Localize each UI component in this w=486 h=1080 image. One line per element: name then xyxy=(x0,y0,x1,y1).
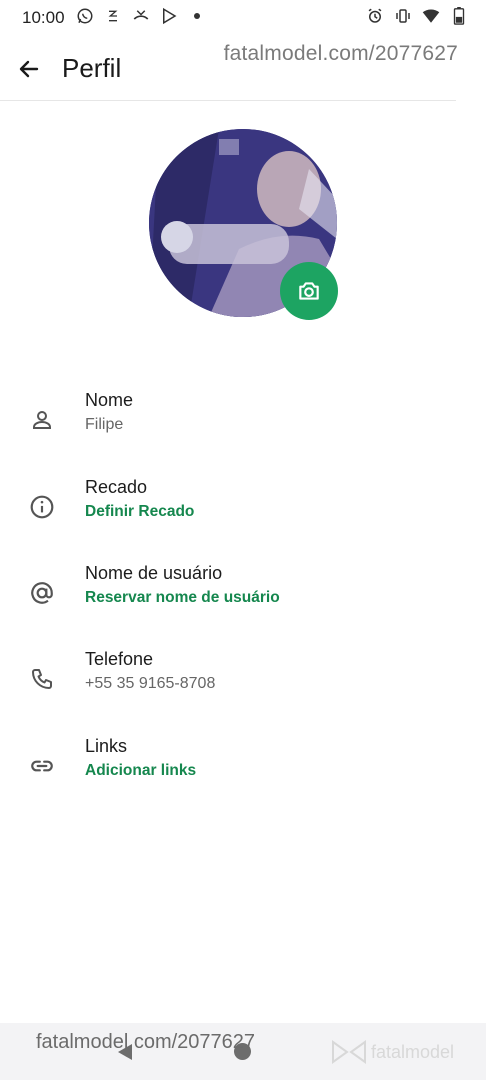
watermark-logo: fatalmodel xyxy=(331,1040,454,1064)
phone-label: Telefone xyxy=(85,649,154,669)
watermark-top: fatalmodel.com/2077627 xyxy=(223,42,458,65)
info-icon xyxy=(28,493,56,521)
play-store-icon xyxy=(160,7,178,25)
username-row[interactable]: Nome de usuário Reservar nome de usuário xyxy=(0,563,486,627)
alarm-icon xyxy=(366,7,384,25)
back-button[interactable] xyxy=(14,54,44,84)
phone-value: +55 35 9165-8708 xyxy=(85,675,216,692)
username-label: Nome de usuário xyxy=(85,563,223,583)
name-label: Nome xyxy=(85,390,134,410)
person-icon xyxy=(28,406,56,434)
camera-icon xyxy=(299,282,319,300)
at-icon xyxy=(28,579,56,607)
watermark-logo-text: fatalmodel xyxy=(371,1041,455,1062)
page-title: Perfil xyxy=(62,53,122,83)
status-row[interactable]: Recado Definir Recado xyxy=(0,477,486,541)
status-right-icons xyxy=(366,7,468,25)
notification-icon xyxy=(104,7,122,25)
missed-call-icon xyxy=(132,7,150,25)
links-row[interactable]: Links Adicionar links xyxy=(0,736,486,800)
set-status-link[interactable]: Definir Recado xyxy=(85,503,194,521)
reserve-username-link[interactable]: Reservar nome de usuário xyxy=(85,589,280,607)
phone-icon xyxy=(28,665,56,693)
arrow-back-icon xyxy=(19,60,39,78)
profile-photo-area xyxy=(149,129,338,320)
battery-icon xyxy=(450,7,468,25)
vibrate-icon xyxy=(394,7,412,25)
status-time: 10:00 xyxy=(22,8,65,27)
name-value: Filipe xyxy=(85,416,124,433)
phone-row[interactable]: Telefone +55 35 9165-8708 xyxy=(0,649,486,713)
status-label: Recado xyxy=(85,477,148,497)
status-left-icons xyxy=(76,7,206,25)
butterfly-logo-icon xyxy=(332,1040,366,1064)
watermark-bottom: fatalmodel.com/2077627 xyxy=(36,1031,256,1053)
link-icon xyxy=(28,752,56,780)
add-links-link[interactable]: Adicionar links xyxy=(85,762,196,780)
wifi-icon xyxy=(422,7,440,25)
whatsapp-icon xyxy=(76,7,94,25)
name-row[interactable]: Nome Filipe xyxy=(0,390,486,454)
links-label: Links xyxy=(85,736,128,756)
change-photo-button[interactable] xyxy=(280,262,338,320)
status-bar: 10:00 xyxy=(0,0,486,34)
dot-icon xyxy=(188,7,206,25)
